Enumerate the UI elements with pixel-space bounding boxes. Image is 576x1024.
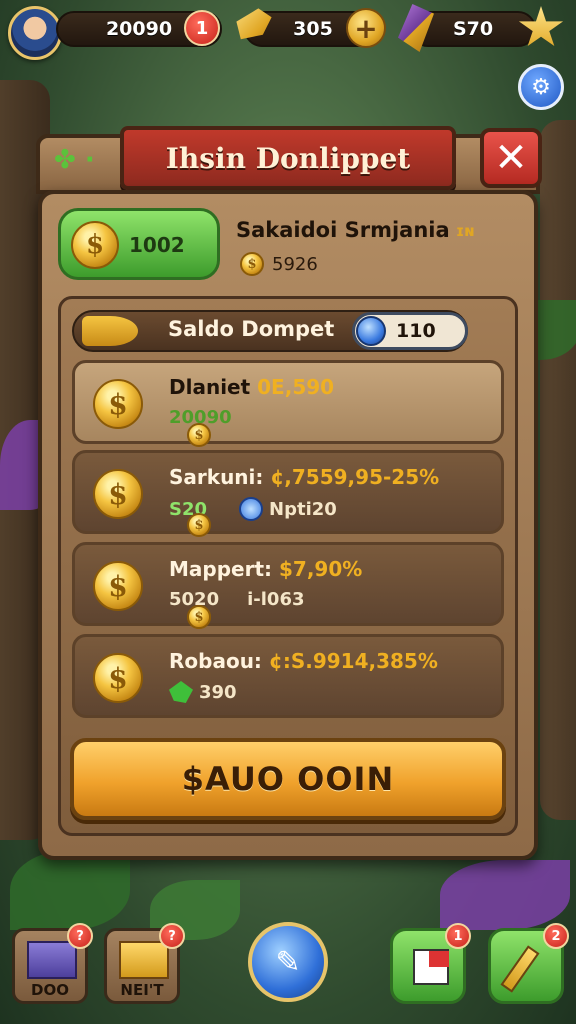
row-sub: $ S20 Npti20 [169, 497, 337, 537]
coin-icon: $ [240, 252, 264, 276]
user-name-suffix: ɪɴ [456, 222, 475, 240]
clover-icon: ✤ · [54, 145, 95, 175]
row-label: Sarkuni: ¢,7559,95-25% [169, 465, 440, 489]
bottom-button-2-label: NEI'T [120, 981, 164, 999]
wallet-balance-button[interactable]: $ 1002 [58, 208, 220, 280]
crate-icon [119, 941, 169, 979]
wallet-row[interactable]: $ Sarkuni: ¢,7559,95-25% $ S20 Npti20 [72, 450, 504, 537]
row-sub: $ 5020 $ i-l063 [169, 589, 305, 629]
jungle-leaf [440, 860, 570, 930]
coin-icon: $ [187, 605, 211, 629]
row-label: Robaou: ¢:S.9914,385% [169, 649, 438, 673]
coin-icon: $ [93, 653, 143, 703]
bottom-button-1-badge: ? [67, 923, 93, 949]
coin-icon: $ [93, 379, 143, 429]
key-icon [82, 316, 138, 346]
coin-icon: $ [93, 561, 143, 611]
bottom-button-4[interactable]: 1 [390, 923, 471, 1004]
flag-icon [413, 949, 449, 985]
saldo-label: Saldo Dompet [168, 317, 335, 341]
add-currency2-button[interactable]: + [346, 8, 386, 48]
currency1-badge[interactable]: 1 [184, 10, 220, 46]
row-label: Dlaniet 0E,590 [169, 375, 335, 399]
wallet-row[interactable]: $ Robaou: ¢:S.9914,385% 390 [72, 634, 504, 718]
blue-gem-icon [356, 316, 386, 346]
pen-icon: ✎ [275, 944, 301, 980]
action-button[interactable]: $AUO OOIN [70, 738, 506, 820]
row-sub-value-2: i-l063 [247, 589, 305, 610]
coin-icon: $ [187, 513, 211, 537]
bottom-button-2[interactable]: NEI'T ? [104, 923, 185, 1004]
wallet-amount: 1002 [129, 233, 185, 257]
crate-icon [27, 941, 77, 979]
close-button[interactable]: ✕ [480, 128, 542, 188]
bottom-button-1[interactable]: DOO ? [12, 923, 93, 1004]
pencil-icon [500, 945, 540, 993]
top-resource-bar: 20090 1 305 + S70 [0, 0, 576, 60]
coin-icon: $ [93, 469, 143, 519]
user-name: Sakaidoi Srmjania [236, 218, 450, 242]
row-sub-value: 390 [199, 681, 237, 703]
bottom-button-5-badge: 2 [543, 923, 569, 949]
tree-trunk-right [540, 120, 576, 820]
leaf-icon [169, 681, 193, 703]
blue-gem-icon [239, 497, 264, 521]
settings-icon: ⚙ [531, 74, 551, 100]
row-label: Mappert: $7,90% [169, 557, 363, 581]
player-avatar[interactable] [8, 6, 62, 60]
coin-icon: $ [71, 221, 119, 269]
jungle-leaf [10, 850, 130, 930]
settings-button[interactable]: ⚙ [518, 64, 564, 110]
dialog-title: Ihsin Donlippet [165, 141, 411, 175]
row-sub: 390 [169, 681, 237, 703]
row-sub-value-2: Npti20 [269, 498, 337, 520]
user-coins: $ 5926 [240, 252, 318, 276]
user-coins-value: 5926 [272, 253, 318, 275]
wallet-row[interactable]: $ Dlaniet 0E,590 $ 20090 [72, 360, 504, 447]
bottom-button-5[interactable]: 2 [488, 923, 569, 1004]
saldo-value: 110 [396, 320, 436, 342]
action-button-label: $AUO OOIN [181, 760, 395, 798]
bottom-button-2-badge: ? [159, 923, 185, 949]
row-sub: $ 20090 [169, 407, 232, 447]
wallet-row[interactable]: $ Mappert: $7,90% $ 5020 $ i-l063 [72, 542, 504, 629]
bottom-button-1-label: DOO [31, 981, 69, 999]
center-action-button[interactable]: ✎ [248, 922, 328, 1002]
dialog-title-banner: Ihsin Donlippet [120, 126, 456, 190]
bottom-button-4-badge: 1 [445, 923, 471, 949]
coin-icon: $ [187, 423, 211, 447]
